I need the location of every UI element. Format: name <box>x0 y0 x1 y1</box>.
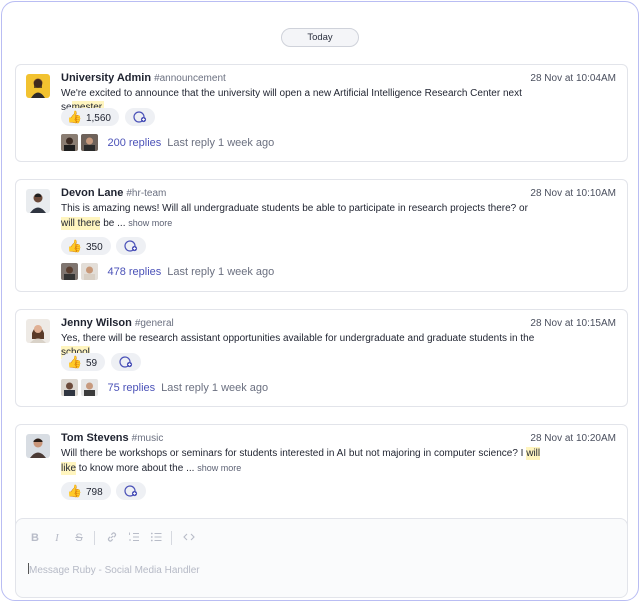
bold-icon[interactable]: B <box>28 531 42 545</box>
message-composer[interactable]: BIS Message Ruby - Social Media Handler <box>15 518 628 598</box>
thumbs-up-reaction[interactable]: 👍 1,560 <box>61 108 119 126</box>
thumbs-up-icon: 👍 <box>67 110 82 124</box>
add-reaction-button[interactable] <box>111 353 141 371</box>
avatar <box>61 134 78 152</box>
timestamp: 28 Nov at 10:15AM <box>530 318 616 329</box>
author-name[interactable]: Devon Lane #hr-team <box>61 187 166 199</box>
bullet-list-icon[interactable] <box>149 531 163 545</box>
add-emoji-icon <box>119 356 133 368</box>
channel-tag[interactable]: #general <box>135 318 174 329</box>
message-text: This is amazing news! Will all undergrad… <box>61 203 528 230</box>
message-card[interactable]: Jenny Wilson #general 28 Nov at 10:15AM Y… <box>15 309 628 407</box>
avatar[interactable] <box>26 74 50 98</box>
thread-summary[interactable]: 75 replies Last reply 1 week ago <box>61 379 268 397</box>
avatar <box>61 263 78 281</box>
thread-summary[interactable]: 478 replies Last reply 1 week ago <box>61 263 274 281</box>
thread-summary[interactable]: 200 replies Last reply 1 week ago <box>61 134 274 152</box>
link-icon[interactable] <box>105 531 119 545</box>
thumbs-up-reaction[interactable]: 👍 350 <box>61 237 111 255</box>
day-separator: Today <box>281 28 359 47</box>
last-reply-text: Last reply 1 week ago <box>167 265 275 278</box>
thumbs-up-icon: 👍 <box>67 239 82 253</box>
strikethrough-icon[interactable]: S <box>72 531 86 545</box>
thumbs-up-icon: 👍 <box>67 484 82 498</box>
thumbs-up-reaction[interactable]: 👍 798 <box>61 482 111 500</box>
avatar <box>61 379 78 397</box>
replies-link[interactable]: 75 replies <box>107 382 155 394</box>
message-input[interactable]: Message Ruby - Social Media Handler <box>28 563 200 576</box>
thumbs-up-icon: 👍 <box>67 355 82 369</box>
avatar <box>81 263 98 281</box>
chat-window: Today University Admin #announcement 28 N… <box>1 1 639 601</box>
channel-tag[interactable]: #announcement <box>154 73 226 84</box>
message-card[interactable]: Devon Lane #hr-team 28 Nov at 10:10AM Thi… <box>15 179 628 292</box>
last-reply-text: Last reply 1 week ago <box>167 136 275 149</box>
toolbar-divider <box>171 530 172 545</box>
add-emoji-icon <box>133 111 147 123</box>
avatar[interactable] <box>26 189 50 213</box>
toolbar-divider <box>94 530 95 545</box>
add-reaction-button[interactable] <box>116 237 146 255</box>
thumbs-up-reaction[interactable]: 👍 59 <box>61 353 106 371</box>
last-reply-text: Last reply 1 week ago <box>161 381 269 394</box>
timestamp: 28 Nov at 10:10AM <box>530 188 616 199</box>
channel-tag[interactable]: #hr-team <box>126 188 166 199</box>
ordered-list-icon[interactable] <box>127 531 141 545</box>
show-more-link[interactable]: show more <box>128 218 172 228</box>
replies-link[interactable]: 478 replies <box>107 266 161 278</box>
add-reaction-button[interactable] <box>116 482 146 500</box>
add-reaction-button[interactable] <box>125 108 155 126</box>
formatting-toolbar: BIS <box>28 529 204 545</box>
message-text: Will there be workshops or seminars for … <box>61 447 541 475</box>
message-card[interactable]: University Admin #announcement 28 Nov at … <box>15 64 628 162</box>
author-name[interactable]: Tom Stevens #music <box>61 432 163 444</box>
message-input-placeholder: Message Ruby - Social Media Handler <box>29 565 200 576</box>
show-more-link[interactable]: show more <box>197 463 241 473</box>
avatar[interactable] <box>26 319 50 343</box>
timestamp: 28 Nov at 10:20AM <box>530 433 616 444</box>
avatar[interactable] <box>26 434 50 458</box>
channel-tag[interactable]: #music <box>132 433 164 444</box>
avatar <box>81 379 98 397</box>
author-name[interactable]: Jenny Wilson #general <box>61 317 174 329</box>
timestamp: 28 Nov at 10:04AM <box>530 73 616 84</box>
add-emoji-icon <box>124 485 138 497</box>
avatar <box>81 134 98 152</box>
replies-link[interactable]: 200 replies <box>107 137 161 149</box>
author-name[interactable]: University Admin #announcement <box>61 72 226 84</box>
add-emoji-icon <box>124 240 138 252</box>
code-icon[interactable] <box>182 531 196 545</box>
italic-icon[interactable]: I <box>50 531 64 545</box>
